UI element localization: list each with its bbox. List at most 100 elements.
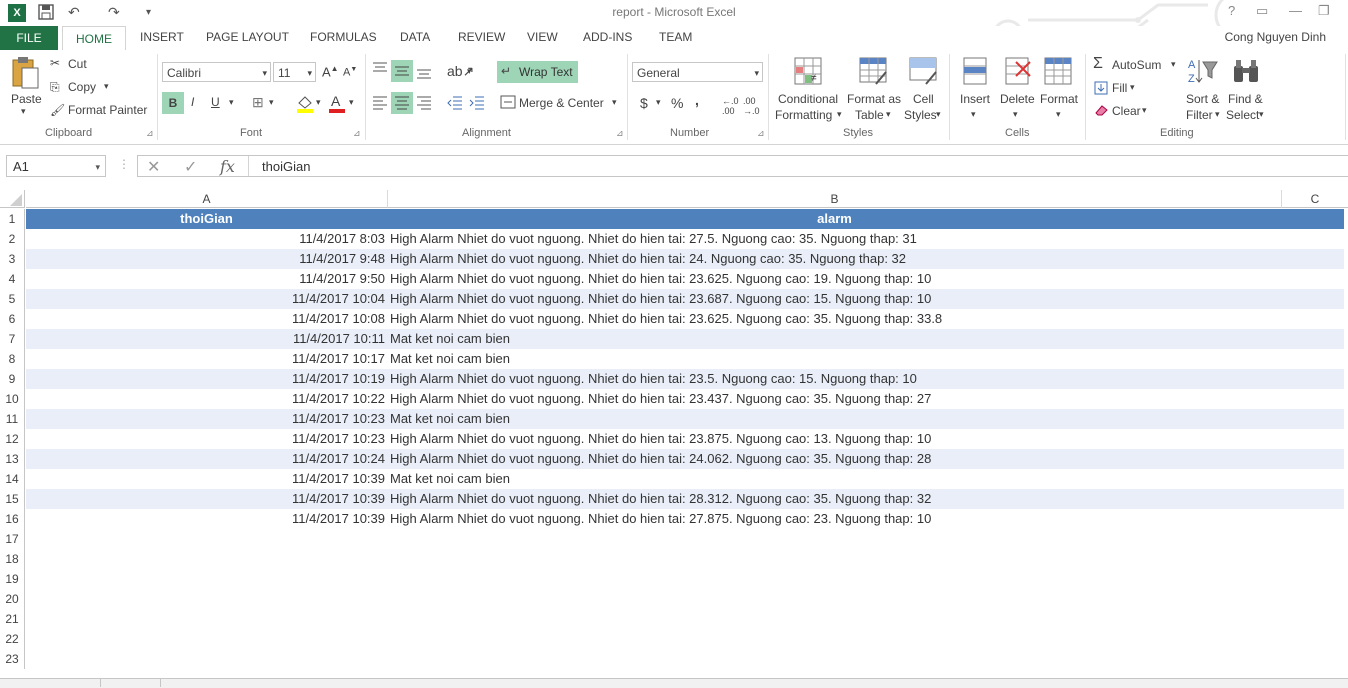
decrease-decimal-icon[interactable]: .00 →.0 — [743, 96, 760, 116]
merge-dropdown-icon[interactable]: ▾ — [612, 97, 617, 108]
fill-down-icon[interactable] — [1094, 81, 1108, 98]
align-bottom-icon[interactable] — [415, 62, 433, 83]
font-color-icon[interactable]: A — [328, 93, 346, 116]
italic-button[interactable]: I — [191, 95, 194, 109]
font-size-select[interactable]: 11 ▾ — [273, 62, 316, 82]
tab-view[interactable]: VIEW — [527, 30, 558, 44]
find-select-dropdown-icon[interactable]: ▾ — [1259, 109, 1264, 120]
border-icon[interactable]: ⊞ — [252, 94, 264, 111]
row-number[interactable]: 7 — [0, 329, 25, 349]
number-launcher-icon[interactable]: ⊿ — [757, 128, 765, 139]
row-number[interactable]: 13 — [0, 449, 25, 469]
format-cells-icon[interactable] — [1043, 56, 1073, 89]
format-button[interactable]: Format — [1040, 92, 1078, 106]
increase-font-icon[interactable]: A▲ — [322, 64, 339, 79]
cell-alarm[interactable]: Mat ket noi cam bien — [388, 469, 1281, 489]
cell-styles-label-1[interactable]: Cell — [913, 92, 934, 106]
align-top-icon[interactable] — [371, 60, 389, 81]
cell-thoigian[interactable]: 11/4/2017 10:39 — [26, 469, 387, 489]
cell-alarm[interactable]: High Alarm Nhiet do vuot nguong. Nhiet d… — [388, 309, 1281, 329]
align-middle-button[interactable] — [391, 60, 413, 82]
binoculars-icon[interactable] — [1232, 58, 1260, 87]
clear-button[interactable]: Clear — [1112, 104, 1141, 118]
tab-home[interactable]: HOME — [62, 26, 126, 52]
find-select-label-1[interactable]: Find & — [1228, 92, 1263, 106]
row-number[interactable]: 14 — [0, 469, 25, 489]
select-all-button[interactable] — [0, 190, 25, 208]
cut-icon[interactable]: ✂ — [50, 56, 60, 70]
orientation-dropdown-icon[interactable]: ▾ — [467, 66, 472, 77]
copy-dropdown-icon[interactable]: ▾ — [104, 81, 109, 92]
row-number[interactable]: 3 — [0, 249, 25, 269]
name-box[interactable]: A1 ▾ — [6, 155, 106, 177]
cell-thoigian[interactable]: 11/4/2017 10:17 — [26, 349, 387, 369]
comma-button[interactable]: , — [695, 92, 699, 108]
clear-dropdown-icon[interactable]: ▾ — [1142, 105, 1147, 116]
row-number[interactable]: 20 — [0, 589, 25, 609]
format-painter-button[interactable]: Format Painter — [68, 103, 147, 117]
cell-thoigian[interactable]: 11/4/2017 10:04 — [26, 289, 387, 309]
format-as-table-label-2[interactable]: Table — [855, 108, 884, 122]
find-select-label-2[interactable]: Select — [1226, 108, 1259, 122]
format-as-table-dropdown-icon[interactable]: ▾ — [886, 109, 891, 120]
row-number[interactable]: 5 — [0, 289, 25, 309]
cell-thoigian[interactable]: 11/4/2017 10:39 — [26, 489, 387, 509]
sort-filter-label-2[interactable]: Filter — [1186, 108, 1213, 122]
column-header-b[interactable]: B — [388, 190, 1282, 208]
cell-thoigian[interactable]: 11/4/2017 10:23 — [26, 429, 387, 449]
row-number[interactable]: 12 — [0, 429, 25, 449]
tab-file[interactable]: FILE — [0, 26, 58, 50]
font-name-select[interactable]: Calibri ▾ — [162, 62, 271, 82]
row-number[interactable]: 6 — [0, 309, 25, 329]
font-launcher-icon[interactable]: ⊿ — [353, 128, 361, 139]
cell-alarm[interactable]: High Alarm Nhiet do vuot nguong. Nhiet d… — [388, 489, 1281, 509]
format-dropdown-icon[interactable]: ▾ — [1056, 109, 1061, 120]
cell-thoigian[interactable]: 11/4/2017 9:50 — [26, 269, 387, 289]
restore-icon[interactable]: ❐ — [1318, 3, 1330, 19]
decrease-indent-icon[interactable] — [446, 93, 464, 114]
format-as-table-icon[interactable] — [858, 56, 888, 89]
merge-center-button[interactable]: Merge & Center — [519, 96, 604, 110]
delete-button[interactable]: Delete — [1000, 92, 1035, 106]
cell-thoigian[interactable]: 11/4/2017 8:03 — [26, 229, 387, 249]
sheet-navigation[interactable] — [0, 679, 101, 687]
conditional-formatting-label-1[interactable]: Conditional — [778, 92, 838, 106]
delete-dropdown-icon[interactable]: ▾ — [1013, 109, 1018, 120]
enter-icon[interactable]: ✓ — [184, 157, 197, 177]
underline-dropdown-icon[interactable]: ▾ — [229, 97, 234, 108]
cell-alarm[interactable]: High Alarm Nhiet do vuot nguong. Nhiet d… — [388, 369, 1281, 389]
insert-dropdown-icon[interactable]: ▾ — [971, 109, 976, 120]
fill-button[interactable]: Fill — [1112, 81, 1127, 95]
fill-color-icon[interactable] — [295, 93, 315, 116]
insert-cells-icon[interactable] — [960, 56, 990, 89]
horizontal-scrollbar[interactable] — [160, 679, 1271, 687]
autosum-dropdown-icon[interactable]: ▾ — [1171, 59, 1176, 70]
row-number[interactable]: 16 — [0, 509, 25, 529]
row-number[interactable]: 15 — [0, 489, 25, 509]
wrap-text-button[interactable]: ↵ Wrap Text — [497, 61, 578, 83]
paste-button[interactable]: Paste — [11, 92, 42, 106]
cell-alarm[interactable]: High Alarm Nhiet do vuot nguong. Nhiet d… — [388, 229, 1281, 249]
format-painter-icon[interactable]: 🖌 — [50, 103, 65, 117]
percent-button[interactable]: % — [671, 95, 683, 111]
number-format-select[interactable]: General ▾ — [632, 62, 763, 82]
header-cell-thoigian[interactable]: thoiGian — [26, 209, 387, 229]
cut-button[interactable]: Cut — [68, 57, 87, 71]
fill-color-dropdown-icon[interactable]: ▾ — [316, 97, 321, 108]
cancel-icon[interactable]: ✕ — [147, 157, 160, 177]
help-icon[interactable]: ? — [1228, 3, 1235, 18]
conditional-formatting-label-2[interactable]: Formatting — [775, 108, 832, 122]
row-number[interactable]: 18 — [0, 549, 25, 569]
align-right-icon[interactable] — [415, 93, 433, 114]
insert-function-icon[interactable]: fx — [220, 157, 235, 176]
copy-button[interactable]: Copy — [68, 80, 96, 94]
clipboard-launcher-icon[interactable]: ⊿ — [146, 128, 154, 139]
underline-button[interactable]: U — [211, 95, 220, 109]
cell-alarm[interactable]: High Alarm Nhiet do vuot nguong. Nhiet d… — [388, 429, 1281, 449]
cell-alarm[interactable]: High Alarm Nhiet do vuot nguong. Nhiet d… — [388, 389, 1281, 409]
autosum-icon[interactable]: Σ — [1093, 55, 1103, 73]
row-number[interactable]: 22 — [0, 629, 25, 649]
copy-icon[interactable]: ⎘ — [50, 80, 60, 95]
align-left-icon[interactable] — [371, 93, 389, 114]
cell-styles-icon[interactable] — [908, 56, 938, 89]
